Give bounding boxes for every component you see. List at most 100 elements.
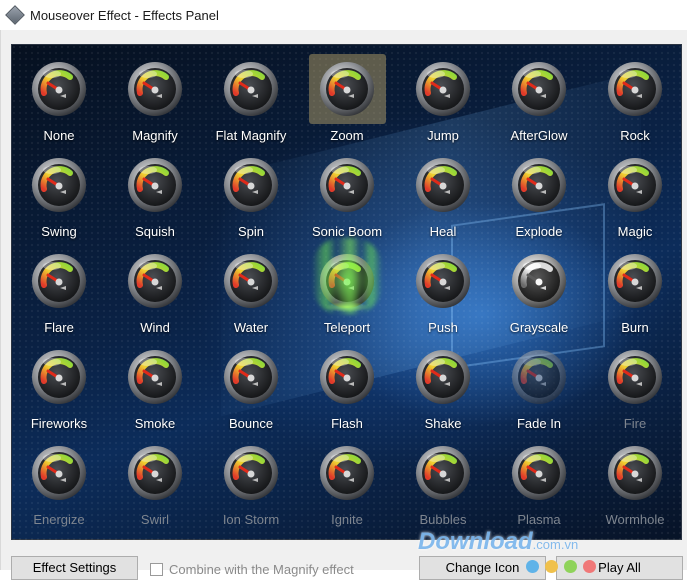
effect-flash[interactable]: Flash <box>299 344 395 440</box>
effect-bounce[interactable]: Bounce <box>203 344 299 440</box>
watermark-dots <box>526 560 596 573</box>
effect-label: Push <box>428 320 458 335</box>
effect-label: Zoom <box>330 128 364 143</box>
effect-wind[interactable]: Wind <box>107 248 203 344</box>
speedometer-gauge-icon <box>126 252 184 310</box>
effect-magnify[interactable]: Magnify <box>107 56 203 152</box>
effect-water[interactable]: Water <box>203 248 299 344</box>
effect-smoke[interactable]: Smoke <box>107 344 203 440</box>
speedometer-gauge-icon <box>606 348 664 406</box>
effect-zoom[interactable]: Zoom <box>299 54 395 152</box>
speedometer-gauge-icon <box>510 252 568 310</box>
effect-label: Jump <box>427 128 459 143</box>
effect-wormhole[interactable]: Wormhole <box>587 440 682 536</box>
effect-squish[interactable]: Squish <box>107 152 203 248</box>
combine-magnify-checkbox[interactable] <box>150 563 163 576</box>
effect-label: Teleport <box>323 320 371 335</box>
speedometer-gauge-icon <box>126 444 184 502</box>
speedometer-gauge-icon <box>414 156 472 214</box>
effect-magic[interactable]: Magic <box>587 152 682 248</box>
speedometer-gauge-icon <box>414 60 472 118</box>
effect-label: Burn <box>621 320 649 335</box>
effect-jump[interactable]: Jump <box>395 56 491 152</box>
effect-label: Bounce <box>228 416 274 431</box>
effect-shake[interactable]: Shake <box>395 344 491 440</box>
effect-label: Plasma <box>517 512 561 527</box>
effect-fire[interactable]: Fire <box>587 344 682 440</box>
effect-label: Rock <box>620 128 650 143</box>
speedometer-gauge-icon <box>126 60 184 118</box>
effect-label: Explode <box>515 224 563 239</box>
effect-label: Ion Storm <box>222 512 280 527</box>
effect-label: Flat Magnify <box>215 128 287 143</box>
effect-rock[interactable]: Rock <box>587 56 682 152</box>
effect-label: Ignite <box>331 512 363 527</box>
effect-label: Grayscale <box>509 320 569 335</box>
effect-heal[interactable]: Heal <box>395 152 491 248</box>
combine-magnify-option[interactable]: Combine with the Magnify effect <box>150 562 354 577</box>
effect-label: Flash <box>331 416 363 431</box>
speedometer-gauge-icon <box>318 444 376 502</box>
speedometer-gauge-icon <box>510 348 568 406</box>
effect-swing[interactable]: Swing <box>11 152 107 248</box>
effect-grayscale[interactable]: Grayscale <box>491 248 587 344</box>
speedometer-gauge-icon <box>510 60 568 118</box>
effect-sonic-boom[interactable]: Sonic Boom <box>299 152 395 248</box>
effect-fade-in[interactable]: Fade In <box>491 344 587 440</box>
effect-label: Heal <box>429 224 457 239</box>
effect-label: Magnify <box>132 128 178 143</box>
speedometer-gauge-icon <box>30 252 88 310</box>
speedometer-gauge-icon <box>126 156 184 214</box>
effect-flat-magnify[interactable]: Flat Magnify <box>203 56 299 152</box>
watermark-dot <box>526 560 539 573</box>
effect-energize[interactable]: Energize <box>11 440 107 536</box>
effect-teleport[interactable]: Teleport <box>299 248 395 344</box>
effect-settings-button[interactable]: Effect Settings <box>11 556 138 580</box>
effect-swirl[interactable]: Swirl <box>107 440 203 536</box>
speedometer-gauge-icon <box>510 156 568 214</box>
effect-flare[interactable]: Flare <box>11 248 107 344</box>
speedometer-gauge-icon <box>318 348 376 406</box>
speedometer-gauge-icon <box>318 252 376 314</box>
speedometer-gauge-icon <box>222 156 280 214</box>
app-icon <box>5 5 25 25</box>
speedometer-gauge-icon <box>606 60 664 118</box>
effect-label: Flare <box>44 320 74 335</box>
watermark-dot <box>564 560 577 573</box>
watermark-text: Download <box>418 528 533 555</box>
effect-spin[interactable]: Spin <box>203 152 299 248</box>
effect-label: Spin <box>237 224 265 239</box>
effects-panel: None Magnify Flat Magnify Zoom Jump AfterGlow… <box>11 44 682 540</box>
effect-label: Wind <box>140 320 170 335</box>
speedometer-gauge-icon <box>606 444 664 502</box>
speedometer-gauge-icon <box>510 444 568 502</box>
effect-label: Water <box>233 320 269 335</box>
speedometer-gauge-icon <box>414 444 472 502</box>
speedometer-gauge-icon <box>414 252 472 310</box>
effect-plasma[interactable]: Plasma <box>491 440 587 536</box>
effect-label: Swirl <box>140 512 170 527</box>
effect-afterglow[interactable]: AfterGlow <box>491 56 587 152</box>
effect-ion-storm[interactable]: Ion Storm <box>203 440 299 536</box>
effect-fireworks[interactable]: Fireworks <box>11 344 107 440</box>
effect-label: Swing <box>41 224 77 239</box>
effect-label: Fire <box>623 416 647 431</box>
speedometer-gauge-icon <box>222 252 280 310</box>
effect-label: AfterGlow <box>510 128 568 143</box>
speedometer-gauge-icon <box>222 60 280 118</box>
speedometer-gauge-icon <box>222 348 280 406</box>
speedometer-gauge-icon <box>318 60 376 118</box>
speedometer-gauge-icon <box>318 156 376 214</box>
effect-label: Fireworks <box>30 416 88 431</box>
combine-magnify-label: Combine with the Magnify effect <box>169 562 354 577</box>
speedometer-gauge-icon <box>126 348 184 406</box>
speedometer-gauge-icon <box>30 156 88 214</box>
effect-label: Fade In <box>516 416 562 431</box>
effect-burn[interactable]: Burn <box>587 248 682 344</box>
speedometer-gauge-icon <box>30 444 88 502</box>
effect-push[interactable]: Push <box>395 248 491 344</box>
effect-explode[interactable]: Explode <box>491 152 587 248</box>
effect-ignite[interactable]: Ignite <box>299 440 395 536</box>
effect-none[interactable]: None <box>11 56 107 152</box>
effect-bubbles[interactable]: Bubbles <box>395 440 491 536</box>
